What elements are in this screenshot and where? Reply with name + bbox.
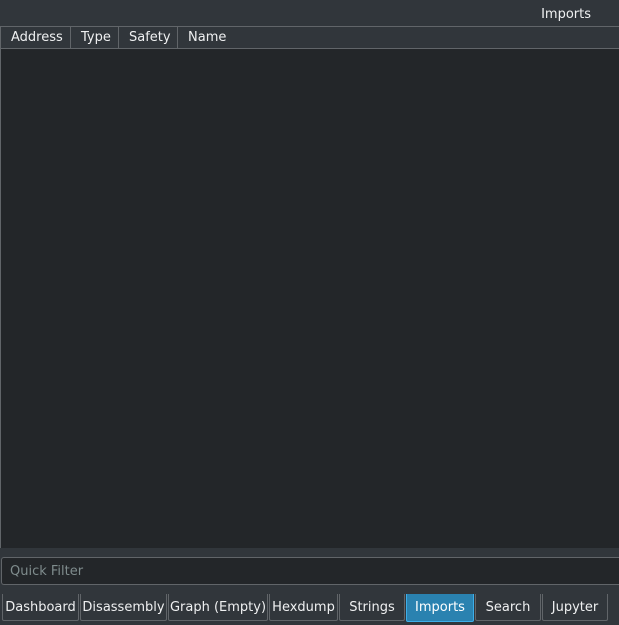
imports-widget: Imports Address Type Safety Name Dashboa… bbox=[0, 0, 619, 625]
table-header: Address Type Safety Name bbox=[1, 27, 619, 49]
dock-title-bar[interactable]: Imports bbox=[0, 0, 619, 26]
column-header-name[interactable]: Name bbox=[178, 27, 619, 48]
quick-filter bbox=[1, 557, 619, 585]
tab-search[interactable]: Search bbox=[475, 594, 541, 621]
column-header-safety[interactable]: Safety bbox=[119, 27, 178, 48]
quick-filter-input[interactable] bbox=[2, 558, 619, 584]
tab-strings[interactable]: Strings bbox=[339, 594, 405, 621]
tab-dashboard[interactable]: Dashboard bbox=[2, 594, 79, 621]
tab-jupyter[interactable]: Jupyter bbox=[542, 594, 608, 621]
dock-title: Imports bbox=[541, 7, 591, 22]
tab-hexdump[interactable]: Hexdump bbox=[269, 594, 338, 621]
tab-graph[interactable]: Graph (Empty) bbox=[168, 594, 268, 621]
tab-disassembly[interactable]: Disassembly bbox=[80, 594, 167, 621]
tab-imports[interactable]: Imports bbox=[406, 594, 474, 622]
imports-table[interactable]: Address Type Safety Name bbox=[0, 26, 619, 548]
bottom-tab-bar: Dashboard Disassembly Graph (Empty) Hexd… bbox=[2, 594, 608, 622]
table-body[interactable] bbox=[1, 49, 619, 548]
column-header-type[interactable]: Type bbox=[71, 27, 119, 48]
column-header-address[interactable]: Address bbox=[1, 27, 71, 48]
